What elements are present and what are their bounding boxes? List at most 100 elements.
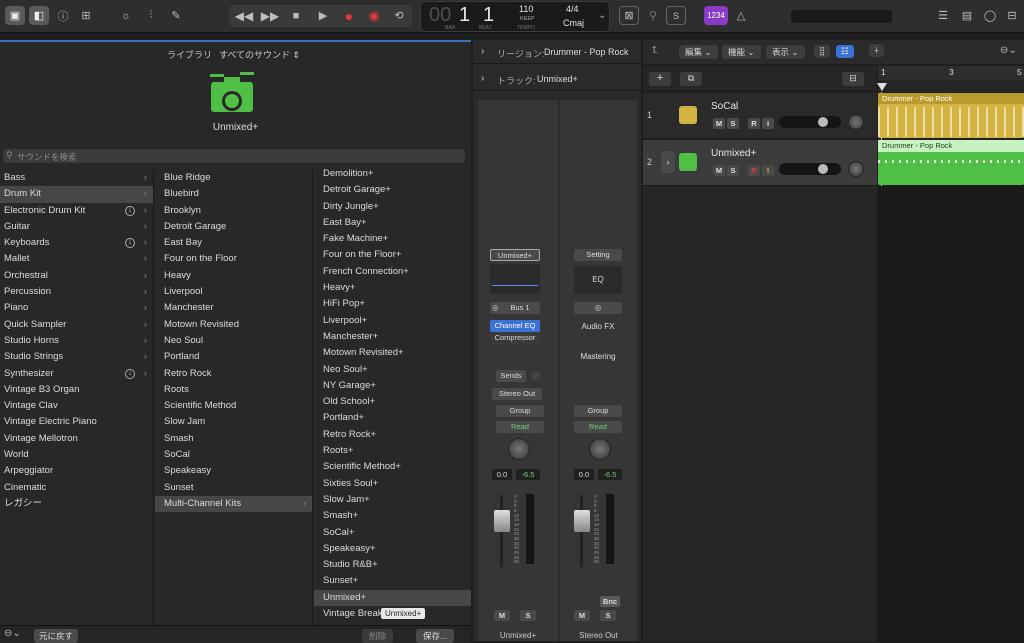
patch-item[interactable]: Studio R&B+ [314,557,471,573]
track-header-selected[interactable]: 2 › Unmixed+ M S R I [643,140,877,186]
mute-button[interactable]: M [494,610,510,621]
edit-menu[interactable]: 編集 ⌄ [679,45,718,59]
mute-button[interactable]: M [713,165,725,176]
kit-item[interactable]: East Bay [155,235,312,251]
patch-item[interactable]: Slow Jam+ [314,492,471,508]
fader-cap[interactable] [494,510,510,532]
patch-item[interactable]: Neo Soul+ [314,362,471,378]
count-in-button[interactable]: 1234 [704,6,728,25]
lcd-display[interactable]: 00 1 1 BAR BEAT 110 KEEP TEMPO 4/4 Cmaj … [420,1,610,32]
category-item[interactable]: Percussion › [0,284,153,300]
kit-item[interactable]: Sunset [155,480,312,496]
category-item[interactable]: Synthesizer ↓ › [0,366,153,382]
category-item[interactable]: Mallet › [0,251,153,267]
kit-item[interactable]: Roots [155,382,312,398]
patch-item[interactable]: Fake Machine+ [314,231,471,247]
sends-knob[interactable] [531,371,540,380]
patch-item[interactable]: Sixties Soul+ [314,476,471,492]
kit-item[interactable]: SoCal [155,447,312,463]
volume-readout[interactable]: 0.0 [574,469,594,480]
pan-knob[interactable] [589,438,611,460]
kit-item[interactable]: Blue Ridge [155,170,312,186]
download-icon[interactable]: ↓ [125,205,135,216]
category-item[interactable]: Studio Horns › [0,333,153,349]
kit-item[interactable]: Motown Revisited [155,317,312,333]
kit-item[interactable]: Slow Jam [155,414,312,430]
playhead-icon[interactable] [877,83,887,91]
category-item[interactable]: Keyboards ↓ › [0,235,153,251]
category-item[interactable]: Quick Sampler › [0,317,153,333]
action-menu-icon[interactable]: ⊖⌄ [4,628,21,639]
patch-item[interactable]: French Connection+ [314,264,471,280]
link-button[interactable]: ◎ [574,302,622,314]
pan-knob[interactable] [848,161,864,177]
volume-slider-thumb[interactable] [818,164,828,174]
patch-item[interactable]: Manchester+ [314,329,471,345]
kit-item[interactable]: Retro Rock [155,366,312,382]
track-inspector-header[interactable]: › トラック: Unmixed+ [473,67,641,91]
patch-item[interactable]: Speakeasy+ [314,541,471,557]
list-view-icon[interactable]: ☷ [836,45,854,58]
patch-item[interactable]: Liverpool+ [314,313,471,329]
kit-item[interactable]: Neo Soul [155,333,312,349]
patch-item[interactable]: Demolition+ [314,166,471,182]
kit-item[interactable]: Speakeasy [155,463,312,479]
volume-readout[interactable]: 0.0 [492,469,512,480]
mixer-icon[interactable]: ⫶ [141,6,161,25]
quick-help-icon[interactable]: ⓘ [53,6,73,25]
kit-item[interactable]: Scientific Method [155,398,312,414]
drummer-region-selected[interactable]: Drummer - Pop Rock [878,140,1024,185]
global-tracks-icon[interactable]: ⊟ [842,72,864,86]
download-icon[interactable]: ↓ [125,368,135,379]
sound-filter[interactable]: すべてのサウンド ⇕ [219,48,300,61]
patch-item[interactable]: East Bay+ [314,215,471,231]
pan-knob[interactable] [508,438,530,460]
plugin-slot-channel-eq[interactable]: Channel EQ [490,320,540,332]
solo-icon[interactable]: S [666,6,686,25]
solo-button[interactable]: S [727,118,739,129]
automation-mode[interactable]: Read [574,421,622,433]
stop-button[interactable]: ■ [286,6,306,25]
mute-button[interactable]: M [713,118,725,129]
group-slot[interactable]: Group [496,405,544,417]
category-item[interactable]: World [0,447,153,463]
catch-icon[interactable]: ⍭ [869,44,885,57]
kit-item[interactable]: Manchester [155,300,312,316]
loop-browser-icon[interactable]: ◯ [980,6,1000,25]
mastering-slot[interactable]: Mastering [574,350,622,364]
category-item[interactable]: Vintage Clav [0,398,153,414]
region-inspector-header[interactable]: › リージョン: Drummer - Pop Rock [473,40,641,64]
category-item[interactable]: Piano › [0,300,153,316]
patch-item[interactable]: Sunset+ [314,573,471,589]
kit-item[interactable]: Multi-Channel Kits › [155,495,312,513]
kit-item[interactable]: Heavy [155,268,312,284]
category-item[interactable]: Vintage Mellotron [0,431,153,447]
patch-item[interactable]: Smash+ [314,508,471,524]
category-item[interactable]: Orchestral › [0,268,153,284]
patch-item[interactable]: Motown Revisited+ [314,345,471,361]
more-options-icon[interactable]: ⊖⌄ [1000,45,1017,56]
patch-item[interactable]: Scientific Method+ [314,459,471,475]
drummer-region[interactable]: Drummer - Pop Rock [878,93,1024,138]
category-item[interactable]: Vintage B3 Organ [0,382,153,398]
volume-slider-thumb[interactable] [818,117,828,127]
key-signature[interactable]: Cmaj [563,18,584,28]
automation-mode[interactable]: Read [496,421,544,433]
pan-knob[interactable] [848,114,864,130]
kit-item[interactable]: Liverpool [155,284,312,300]
category-item[interactable]: Electronic Drum Kit ↓ › [0,203,153,219]
category-item[interactable]: Bass › [0,170,153,186]
patch-item[interactable]: Dirty Jungle+ [314,199,471,215]
back-arrow-icon[interactable]: ⮤ [652,45,658,56]
send-slot[interactable]: ◎ Bus 1 [490,302,540,314]
toolbar-icon[interactable]: ⊞ [76,6,96,25]
record-enable-button[interactable]: R [748,118,760,129]
smart-controls-icon[interactable]: ☼ [116,6,136,25]
kit-item[interactable]: Portland [155,349,312,365]
patch-item[interactable]: HiFi Pop+ [314,296,471,312]
play-button[interactable]: ▶ [313,6,333,25]
patch-item[interactable]: Detroit Garage+ [314,182,471,198]
library-button[interactable]: ▣ [5,6,25,25]
patch-item[interactable]: Four on the Floor+ [314,247,471,263]
inspector-button[interactable]: ◧ [29,6,49,25]
